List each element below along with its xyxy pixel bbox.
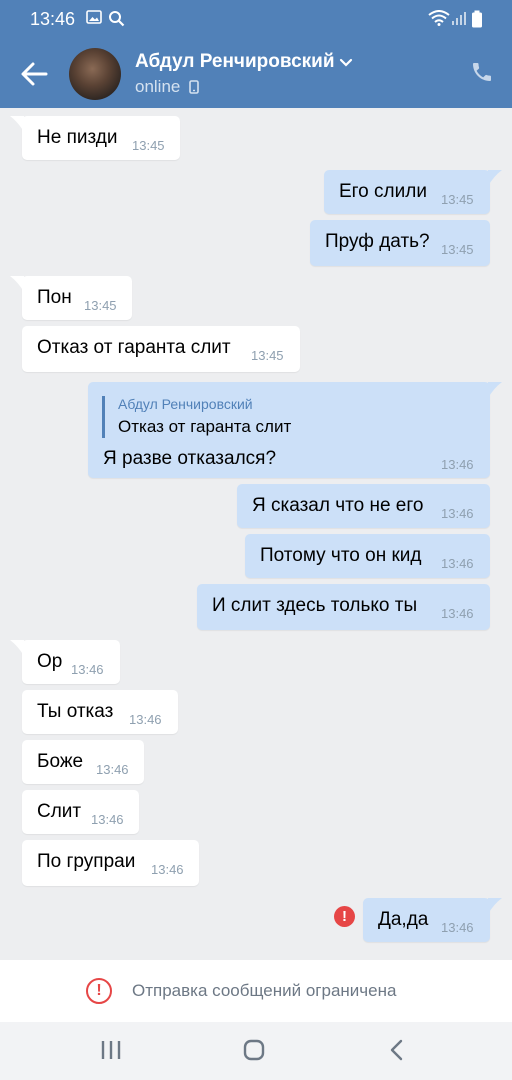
- incoming-message[interactable]: Отказ от гаранта слит 13:45: [22, 326, 300, 372]
- message-time: 13:46: [96, 762, 129, 777]
- signal-icon: [452, 12, 466, 25]
- peer-name[interactable]: Абдул Ренчировский: [135, 51, 335, 73]
- reply-quote-bar: [102, 396, 105, 438]
- message-text: Отказ от гаранта слит: [37, 337, 231, 358]
- message-time: 13:46: [441, 457, 474, 472]
- restriction-text: Отправка сообщений ограничена: [132, 981, 397, 1000]
- search-icon: [109, 11, 125, 27]
- message-text: Ты отказ: [37, 701, 114, 722]
- chat-header: Абдул Ренчировский online: [0, 38, 512, 108]
- peer-status: online: [135, 77, 181, 96]
- outgoing-message[interactable]: Потому что он кид 13:46: [245, 534, 490, 578]
- chevron-down-icon[interactable]: [339, 58, 353, 68]
- message-text: Не пизди: [37, 127, 118, 148]
- message-time: 13:45: [84, 298, 117, 313]
- avatar[interactable]: [69, 48, 121, 100]
- incoming-message[interactable]: Слит 13:46: [22, 790, 139, 834]
- outgoing-message-failed[interactable]: Да,да 13:46: [363, 898, 490, 942]
- bubble-tail: [10, 116, 24, 132]
- message-time: 13:46: [151, 862, 184, 877]
- gallery-icon: [86, 10, 102, 24]
- bubble-tail: [10, 640, 24, 656]
- system-nav-bar: [0, 1022, 512, 1080]
- message-text: Слит: [37, 801, 82, 822]
- restriction-bar: ! Отправка сообщений ограничена: [0, 960, 512, 1022]
- message-list[interactable]: Не пизди 13:45 Его слили 13:45 Пруф дать…: [0, 108, 512, 960]
- message-time: 13:46: [441, 606, 474, 621]
- mobile-icon: [189, 80, 199, 94]
- recents-icon[interactable]: [100, 1038, 122, 1062]
- home-icon[interactable]: [242, 1038, 266, 1062]
- battery-icon: [472, 10, 482, 28]
- status-bar: 13:46: [0, 0, 512, 38]
- bubble-tail: [488, 170, 502, 186]
- message-time: 13:46: [129, 712, 162, 727]
- wifi-icon: [428, 10, 450, 26]
- back-arrow-icon[interactable]: [18, 58, 50, 90]
- message-text: Я сказал что не его: [252, 495, 424, 516]
- outgoing-message[interactable]: Я сказал что не его 13:46: [237, 484, 490, 528]
- message-time: 13:45: [441, 242, 474, 257]
- reply-text: Отказ от гаранта слит: [118, 417, 292, 436]
- message-time: 13:45: [132, 138, 165, 153]
- message-text: Его слили: [339, 181, 427, 202]
- bubble-tail: [488, 898, 502, 914]
- warning-icon: !: [86, 978, 112, 1004]
- message-text: По групраи: [37, 851, 136, 872]
- message-text: Боже: [37, 751, 84, 772]
- outgoing-message[interactable]: Пруф дать? 13:45: [310, 220, 490, 266]
- message-text: Пруф дать?: [325, 231, 430, 252]
- outgoing-message-reply[interactable]: Абдул Ренчировский Отказ от гаранта слит…: [88, 382, 490, 478]
- message-time: 13:46: [441, 506, 474, 521]
- reply-author: Абдул Ренчировский: [118, 396, 253, 412]
- message-text: Я разве отказался?: [103, 448, 277, 469]
- bubble-tail: [488, 382, 502, 398]
- incoming-message[interactable]: Ты отказ 13:46: [22, 690, 178, 734]
- incoming-message[interactable]: Ор 13:46: [22, 640, 120, 684]
- outgoing-message[interactable]: Его слили 13:45: [324, 170, 490, 214]
- nav-back-icon[interactable]: [387, 1038, 407, 1062]
- message-time: 13:45: [251, 348, 284, 363]
- message-time: 13:46: [441, 920, 474, 935]
- status-time: 13:46: [30, 9, 76, 29]
- message-time: 13:46: [441, 556, 474, 571]
- message-time: 13:46: [91, 812, 124, 827]
- message-text: Пон: [37, 287, 72, 308]
- message-text: И слит здесь только ты: [212, 595, 418, 616]
- bubble-tail: [10, 276, 24, 292]
- message-time: 13:45: [441, 192, 474, 207]
- incoming-message[interactable]: По групраи 13:46: [22, 840, 199, 886]
- outgoing-message[interactable]: И слит здесь только ты 13:46: [197, 584, 490, 630]
- incoming-message[interactable]: Не пизди 13:45: [22, 116, 180, 160]
- message-text: Ор: [37, 651, 63, 672]
- error-icon[interactable]: !: [334, 906, 355, 927]
- message-text: Да,да: [378, 909, 429, 930]
- message-time: 13:46: [71, 662, 104, 677]
- incoming-message[interactable]: Боже 13:46: [22, 740, 144, 784]
- incoming-message[interactable]: Пон 13:45: [22, 276, 132, 320]
- phone-icon[interactable]: [470, 60, 494, 84]
- message-text: Потому что он кид: [260, 545, 422, 566]
